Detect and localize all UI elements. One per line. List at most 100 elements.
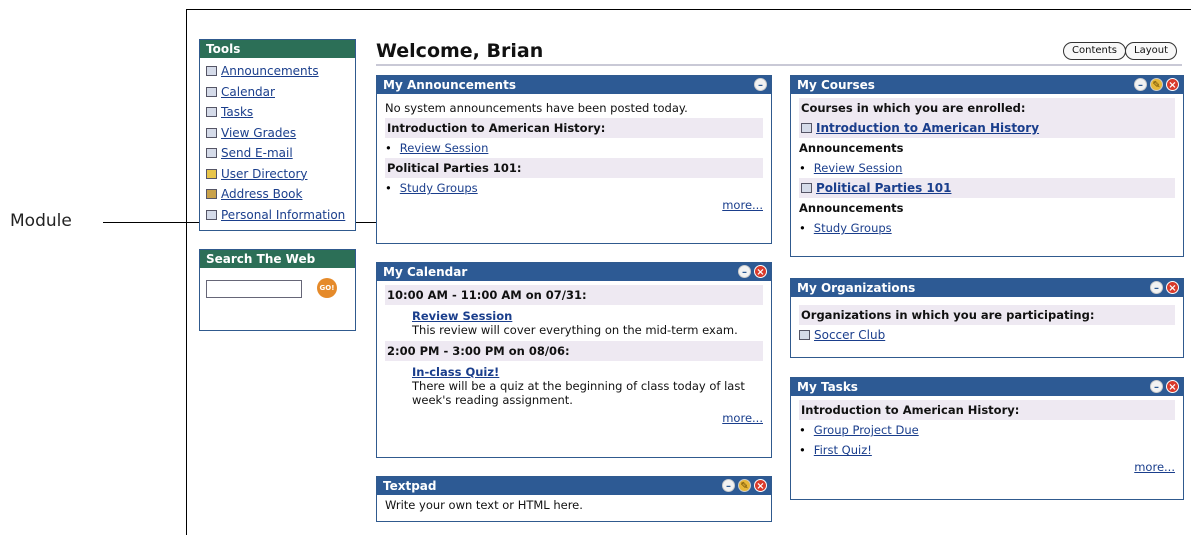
tool-item-send-email[interactable]: Send E-mail (206, 143, 349, 164)
layout-button[interactable]: Layout (1125, 42, 1177, 60)
tool-label[interactable]: Calendar (221, 85, 275, 99)
tool-label[interactable]: Address Book (221, 187, 302, 201)
edit-icon[interactable]: ✎ (1150, 78, 1163, 91)
list-item: Review Session (385, 138, 763, 158)
organizations-header: My Organizations – × (791, 279, 1183, 297)
calendar-module: My Calendar – × 10:00 AM - 11:00 AM on 07… (376, 262, 772, 458)
tasks-title: My Tasks (797, 380, 858, 394)
address-book-icon (206, 189, 217, 200)
event-title-link[interactable]: Review Session (412, 309, 763, 323)
textpad-module: Textpad – ✎ × Write your own text or HTML … (376, 476, 772, 522)
announcements-module: My Announcements – No system announcemen… (376, 75, 772, 244)
email-icon (206, 148, 217, 159)
search-header: Search The Web (200, 250, 355, 268)
tool-label[interactable]: User Directory (221, 167, 307, 181)
page-title: Welcome, Brian (376, 40, 544, 62)
organizations-module: My Organizations – × Organizations in whi… (790, 278, 1184, 358)
book-icon (206, 66, 217, 77)
close-icon[interactable]: × (1166, 380, 1179, 393)
tool-label[interactable]: Tasks (221, 105, 253, 119)
tool-item-personal-information[interactable]: Personal Information (206, 205, 349, 226)
announcement-link[interactable]: Review Session (814, 161, 903, 175)
courses-header: My Courses – ✎ × (791, 76, 1183, 94)
more-link[interactable]: more... (722, 411, 763, 425)
minimize-icon[interactable]: – (738, 265, 751, 278)
tool-item-calendar[interactable]: Calendar (206, 82, 349, 103)
go-button[interactable]: GO! (317, 278, 337, 298)
grades-icon (206, 127, 217, 138)
calendar-title: My Calendar (383, 265, 468, 279)
textpad-body: Write your own text or HTML here. (385, 498, 583, 512)
course-row: Political Parties 101 (799, 178, 1175, 198)
courses-module: My Courses – ✎ × Courses in which you are … (790, 75, 1184, 257)
minimize-icon[interactable]: – (1150, 281, 1163, 294)
course-link[interactable]: Introduction to American History (816, 118, 1039, 138)
calendar-header: My Calendar – × (377, 263, 771, 281)
event-time: 2:00 PM - 3:00 PM on 08/06: (385, 341, 763, 361)
close-icon[interactable]: × (754, 265, 767, 278)
list-item: Soccer Club (799, 325, 1175, 345)
task-link[interactable]: First Quiz! (814, 443, 872, 457)
search-panel: Search The Web GO! (199, 249, 356, 331)
more-link[interactable]: more... (1134, 460, 1175, 474)
announcements-title: My Announcements (383, 78, 516, 92)
course-row: Introduction to American History (799, 118, 1175, 138)
title-divider (376, 64, 1182, 66)
frame-left-line (186, 9, 187, 535)
task-link[interactable]: Group Project Due (814, 423, 919, 437)
callout-label: Module (10, 211, 72, 231)
tool-label[interactable]: View Grades (221, 126, 296, 140)
list-item: First Quiz! (799, 440, 1175, 460)
close-icon[interactable]: × (1166, 78, 1179, 91)
announcements-heading: Announcements (799, 141, 904, 155)
minimize-icon[interactable]: – (754, 78, 767, 91)
event-time: 10:00 AM - 11:00 AM on 07/31: (385, 285, 763, 305)
more-link[interactable]: more... (722, 198, 763, 212)
tool-item-tasks[interactable]: Tasks (206, 102, 349, 123)
course-heading: Introduction to American History: (385, 118, 763, 138)
organizations-title: My Organizations (797, 281, 916, 295)
search-input[interactable] (206, 280, 302, 298)
organization-link[interactable]: Soccer Club (814, 325, 885, 345)
announcement-link[interactable]: Review Session (400, 141, 489, 155)
person-icon (206, 209, 217, 220)
textpad-header: Textpad – ✎ × (377, 477, 771, 495)
minimize-icon[interactable]: – (1134, 78, 1147, 91)
contents-button[interactable]: Contents (1063, 42, 1126, 60)
list-item: Study Groups (385, 178, 763, 198)
minimize-icon[interactable]: – (722, 479, 735, 492)
courses-title: My Courses (797, 78, 875, 92)
event-description: There will be a quiz at the beginning of… (412, 379, 745, 407)
list-item: Study Groups (799, 218, 1175, 238)
course-link[interactable]: Political Parties 101 (816, 178, 951, 198)
edit-icon[interactable]: ✎ (738, 479, 751, 492)
course-heading: Political Parties 101: (385, 158, 763, 178)
system-announcement: No system announcements have been posted… (385, 101, 688, 115)
tools-header: Tools (200, 40, 355, 58)
tool-item-announcements[interactable]: Announcements (206, 61, 349, 82)
tool-item-address-book[interactable]: Address Book (206, 184, 349, 205)
tool-label[interactable]: Personal Information (221, 208, 345, 222)
user-icon (206, 168, 217, 179)
textpad-title: Textpad (383, 479, 437, 493)
book-icon (799, 330, 810, 340)
event-title-link[interactable]: In-class Quiz! (412, 365, 763, 379)
tool-label[interactable]: Announcements (221, 64, 319, 78)
courses-intro: Courses in which you are enrolled: (799, 98, 1175, 118)
tool-item-view-grades[interactable]: View Grades (206, 123, 349, 144)
list-item: Group Project Due (799, 420, 1175, 440)
book-icon (801, 183, 812, 193)
announcement-link[interactable]: Study Groups (814, 221, 892, 235)
tasks-module: My Tasks – × Introduction to American His… (790, 377, 1184, 500)
tool-label[interactable]: Send E-mail (221, 146, 293, 160)
tools-panel: Tools Announcements Calendar Tasks View … (199, 39, 356, 231)
announcement-link[interactable]: Study Groups (400, 181, 478, 195)
list-item: Review Session (799, 158, 1175, 178)
minimize-icon[interactable]: – (1150, 380, 1163, 393)
announcements-heading: Announcements (799, 201, 904, 215)
close-icon[interactable]: × (754, 479, 767, 492)
organizations-intro: Organizations in which you are participa… (799, 305, 1175, 325)
close-icon[interactable]: × (1166, 281, 1179, 294)
book-icon (801, 123, 812, 133)
tool-item-user-directory[interactable]: User Directory (206, 164, 349, 185)
